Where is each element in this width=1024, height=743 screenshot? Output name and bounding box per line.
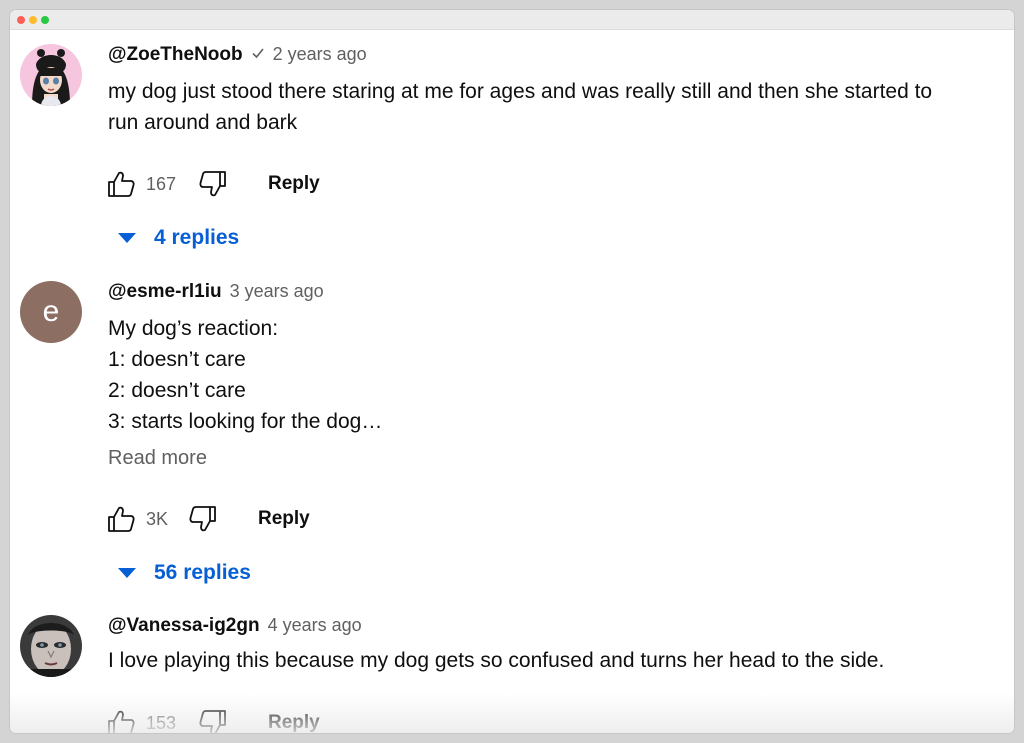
comment-text-line: 3: starts looking for the dog… [108, 410, 383, 433]
thumbs-down-icon[interactable] [188, 504, 218, 534]
comment-text: My dog’s reaction: 1: doesn’t care 2: do… [108, 313, 994, 437]
comment-body: @ZoeTheNoob 2 years ago my dog just stoo… [108, 44, 994, 138]
expand-arrow-icon [118, 568, 136, 578]
letter-avatar-icon[interactable]: e [20, 281, 82, 343]
comment-author[interactable]: @Vanessa-ig2gn [108, 615, 260, 637]
window-titlebar [10, 10, 1014, 30]
anime-girl-avatar-icon[interactable] [20, 44, 82, 106]
expand-arrow-icon [118, 233, 136, 243]
view-replies-button[interactable]: 4 replies [118, 223, 239, 253]
comment-text-line: My dog’s reaction: [108, 317, 279, 340]
like-count: 153 [146, 712, 177, 733]
minimize-window-button[interactable] [29, 16, 37, 24]
comment-actions: 3K Reply [106, 503, 310, 535]
comment-text: my dog just stood there staring at me fo… [108, 80, 933, 134]
comment-body: @esme-rl1iu 3 years ago My dog’s reactio… [108, 281, 994, 470]
replies-count-label: 4 replies [154, 226, 240, 249]
comment-actions: 153 Reply [106, 707, 320, 733]
comment-timestamp[interactable]: 3 years ago [230, 281, 324, 302]
comment-header: @Vanessa-ig2gn 4 years ago [108, 615, 994, 641]
browser-window: @ZoeTheNoob 2 years ago my dog just stoo… [10, 10, 1014, 733]
close-window-button[interactable] [17, 16, 25, 24]
thumbs-up-icon[interactable] [106, 504, 136, 534]
comment-author[interactable]: @esme-rl1iu [108, 281, 222, 303]
comment-header: @ZoeTheNoob 2 years ago [108, 44, 994, 70]
comment-text-line: 1: doesn’t care [108, 348, 246, 371]
comment-timestamp[interactable]: 2 years ago [273, 44, 367, 65]
thumbs-down-icon[interactable] [198, 169, 228, 199]
reply-button[interactable]: Reply [258, 508, 310, 530]
comment-body: @Vanessa-ig2gn 4 years ago I love playin… [108, 615, 994, 676]
thumbs-up-icon[interactable] [106, 169, 136, 199]
comment-author[interactable]: @ZoeTheNoob [108, 44, 243, 66]
verified-check-icon [252, 48, 264, 59]
thumbs-down-icon[interactable] [198, 708, 228, 733]
replies-count-label: 56 replies [154, 561, 251, 584]
comment-text-line: 2: doesn’t care [108, 379, 246, 402]
comment-header: @esme-rl1iu 3 years ago [108, 281, 994, 307]
reply-button[interactable]: Reply [268, 173, 320, 195]
thumbs-up-icon[interactable] [106, 708, 136, 733]
face-photo-avatar-icon[interactable] [20, 615, 82, 677]
comment-timestamp[interactable]: 4 years ago [268, 615, 362, 636]
view-replies-button[interactable]: 56 replies [118, 558, 251, 588]
read-more-button[interactable]: Read more [108, 447, 994, 470]
comment-actions: 167 Reply [106, 168, 320, 200]
reply-button[interactable]: Reply [268, 712, 320, 733]
like-count: 167 [146, 173, 177, 194]
zoom-window-button[interactable] [41, 16, 49, 24]
like-count: 3K [146, 508, 169, 529]
avatar-letter: e [42, 295, 60, 328]
comment-text: I love playing this because my dog gets … [108, 649, 885, 672]
